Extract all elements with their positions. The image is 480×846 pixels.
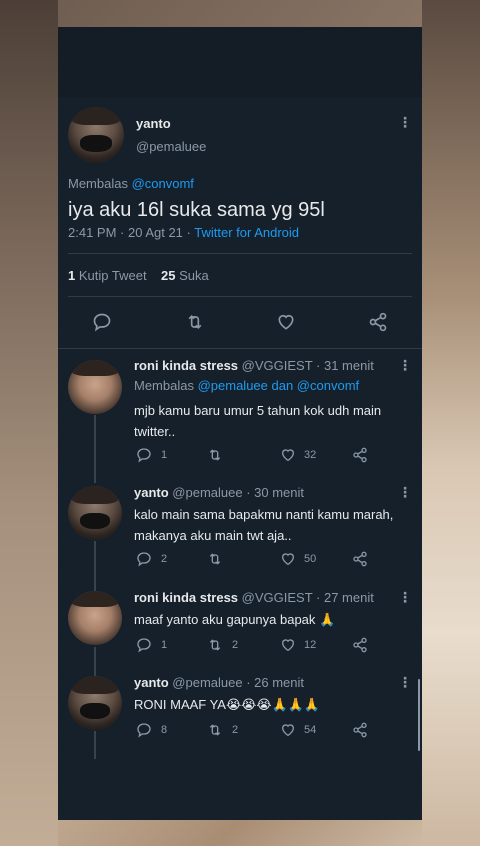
retweet-icon[interactable] xyxy=(206,637,224,653)
reply-4-text: RONI MAAF YA😭😭😭🙏🙏🙏 xyxy=(134,697,321,712)
thread-line xyxy=(94,541,96,591)
reply-to-link[interactable]: @convomf xyxy=(132,176,194,191)
avatar-roni[interactable] xyxy=(68,360,122,414)
main-tweet-time: 2:41 PM · 20 Agt 21 · xyxy=(68,225,191,240)
reply-3-header: roni kinda stress @VGGIEST · 27 menit xyxy=(134,590,374,605)
reply-icon[interactable] xyxy=(92,312,112,332)
reply-prefix: Membalas xyxy=(68,176,128,191)
twitter-screen: yanto @pemaluee ⋮ Membalas @convomf iya … xyxy=(58,27,422,820)
reply-3-name[interactable]: roni kinda stress xyxy=(134,590,238,605)
divider xyxy=(58,348,422,349)
reply-1-text-line1: mjb kamu baru umur 5 tahun kok udh main xyxy=(134,403,382,418)
background-left xyxy=(0,0,58,846)
tweet-stats: 1 Kutip Tweet 25 Suka xyxy=(68,268,209,283)
reply-3-reply-count: 1 xyxy=(161,639,168,651)
reply-prefix: Membalas xyxy=(134,378,194,393)
reply-3-like-count: 12 xyxy=(304,639,317,651)
avatar-hair xyxy=(70,591,120,607)
reply-4-like-count: 54 xyxy=(304,724,317,736)
heart-icon[interactable] xyxy=(279,722,297,738)
main-tweet-meta: 2:41 PM · 20 Agt 21 · Twitter for Androi… xyxy=(68,225,299,240)
more-vertical-icon[interactable]: ⋮ xyxy=(398,114,412,131)
more-vertical-icon[interactable]: ⋮ xyxy=(398,484,412,501)
heart-icon[interactable] xyxy=(279,551,297,567)
reply-1-reply-count: 1 xyxy=(161,449,168,461)
avatar-mask xyxy=(79,703,111,720)
thread-line xyxy=(94,415,96,483)
main-tweet-text: iya aku 16l suka sama yg 95l xyxy=(68,199,325,221)
retweet-icon[interactable] xyxy=(206,722,224,738)
heart-icon[interactable] xyxy=(279,447,297,463)
more-vertical-icon[interactable]: ⋮ xyxy=(398,674,412,691)
reply-1-header: roni kinda stress @VGGIEST · 31 menit xyxy=(134,358,374,373)
reply-2-name[interactable]: yanto xyxy=(134,485,169,500)
avatar-hair xyxy=(70,676,120,694)
reply-2-text-line1: kalo main sama bapakmu nanti kamu marah, xyxy=(134,507,394,522)
reply-2-text-line2: makanya aku main twt aja.. xyxy=(134,528,292,543)
reply-4-header: yanto @pemaluee · 26 menit xyxy=(134,675,304,690)
avatar-hair xyxy=(70,360,120,376)
retweet-icon[interactable] xyxy=(184,312,206,332)
background-right xyxy=(422,0,480,846)
retweet-icon[interactable] xyxy=(206,551,224,567)
reply-3-meta[interactable]: @VGGIEST · 27 menit xyxy=(242,590,374,605)
reply-icon[interactable] xyxy=(136,551,152,567)
share-icon[interactable] xyxy=(367,312,389,332)
heart-icon[interactable] xyxy=(279,637,297,653)
share-icon[interactable] xyxy=(351,722,369,738)
like-label[interactable]: Suka xyxy=(179,268,209,283)
reply-3-text: maaf yanto aku gapunya bapak 🙏 xyxy=(134,612,336,627)
reply-2-reply-count: 2 xyxy=(161,553,168,565)
main-tweet-name[interactable]: yanto xyxy=(136,116,171,131)
avatar-yanto[interactable] xyxy=(68,107,124,163)
reply-2-like-count: 50 xyxy=(304,553,317,565)
heart-icon[interactable] xyxy=(275,312,297,332)
divider xyxy=(68,296,412,297)
reply-4-reply-count: 8 xyxy=(161,724,168,736)
top-bar xyxy=(58,27,422,97)
divider xyxy=(68,253,412,254)
reply-1-name[interactable]: roni kinda stress xyxy=(134,358,238,373)
more-vertical-icon[interactable]: ⋮ xyxy=(398,357,412,374)
quote-count[interactable]: 1 xyxy=(68,268,75,283)
reply-icon[interactable] xyxy=(136,447,152,463)
share-icon[interactable] xyxy=(351,551,369,567)
share-icon[interactable] xyxy=(351,637,369,653)
reply-4-meta[interactable]: @pemaluee · 26 menit xyxy=(172,675,304,690)
reply-1-text-line2: twitter.. xyxy=(134,424,176,439)
main-tweet-handle[interactable]: @pemaluee xyxy=(136,139,206,154)
tweet-source-link[interactable]: Twitter for Android xyxy=(194,225,299,240)
reply-4-name[interactable]: yanto xyxy=(134,675,169,690)
share-icon[interactable] xyxy=(351,447,369,463)
avatar-roni[interactable] xyxy=(68,591,122,645)
reply-1-like-count: 32 xyxy=(304,449,317,461)
reply-2-meta[interactable]: @pemaluee · 30 menit xyxy=(172,485,304,500)
reply-to-link[interactable]: @pemaluee dan @convomf xyxy=(198,378,360,393)
like-count[interactable]: 25 xyxy=(161,268,175,283)
avatar-mask xyxy=(80,135,112,152)
retweet-icon[interactable] xyxy=(206,447,224,463)
avatar-hair xyxy=(70,486,120,504)
thread-line xyxy=(94,731,96,759)
reply-1-context: Membalas @pemaluee dan @convomf xyxy=(134,378,359,393)
reply-icon[interactable] xyxy=(136,637,152,653)
reply-1-text: mjb kamu baru umur 5 tahun kok udh main … xyxy=(134,400,381,442)
avatar-mask xyxy=(79,513,111,530)
avatar-yanto[interactable] xyxy=(68,486,122,540)
quote-label[interactable]: Kutip Tweet xyxy=(79,268,147,283)
avatar-hair xyxy=(70,107,122,126)
more-vertical-icon[interactable]: ⋮ xyxy=(398,589,412,606)
reply-1-meta[interactable]: @VGGIEST · 31 menit xyxy=(242,358,374,373)
reply-3-retweet-count: 2 xyxy=(232,639,239,651)
avatar-yanto[interactable] xyxy=(68,676,122,730)
reply-2-text: kalo main sama bapakmu nanti kamu marah,… xyxy=(134,504,393,546)
main-reply-context: Membalas @convomf xyxy=(68,176,194,191)
scrollbar[interactable] xyxy=(418,679,420,751)
reply-icon[interactable] xyxy=(136,722,152,738)
reply-2-header: yanto @pemaluee · 30 menit xyxy=(134,485,304,500)
reply-4-retweet-count: 2 xyxy=(232,724,239,736)
